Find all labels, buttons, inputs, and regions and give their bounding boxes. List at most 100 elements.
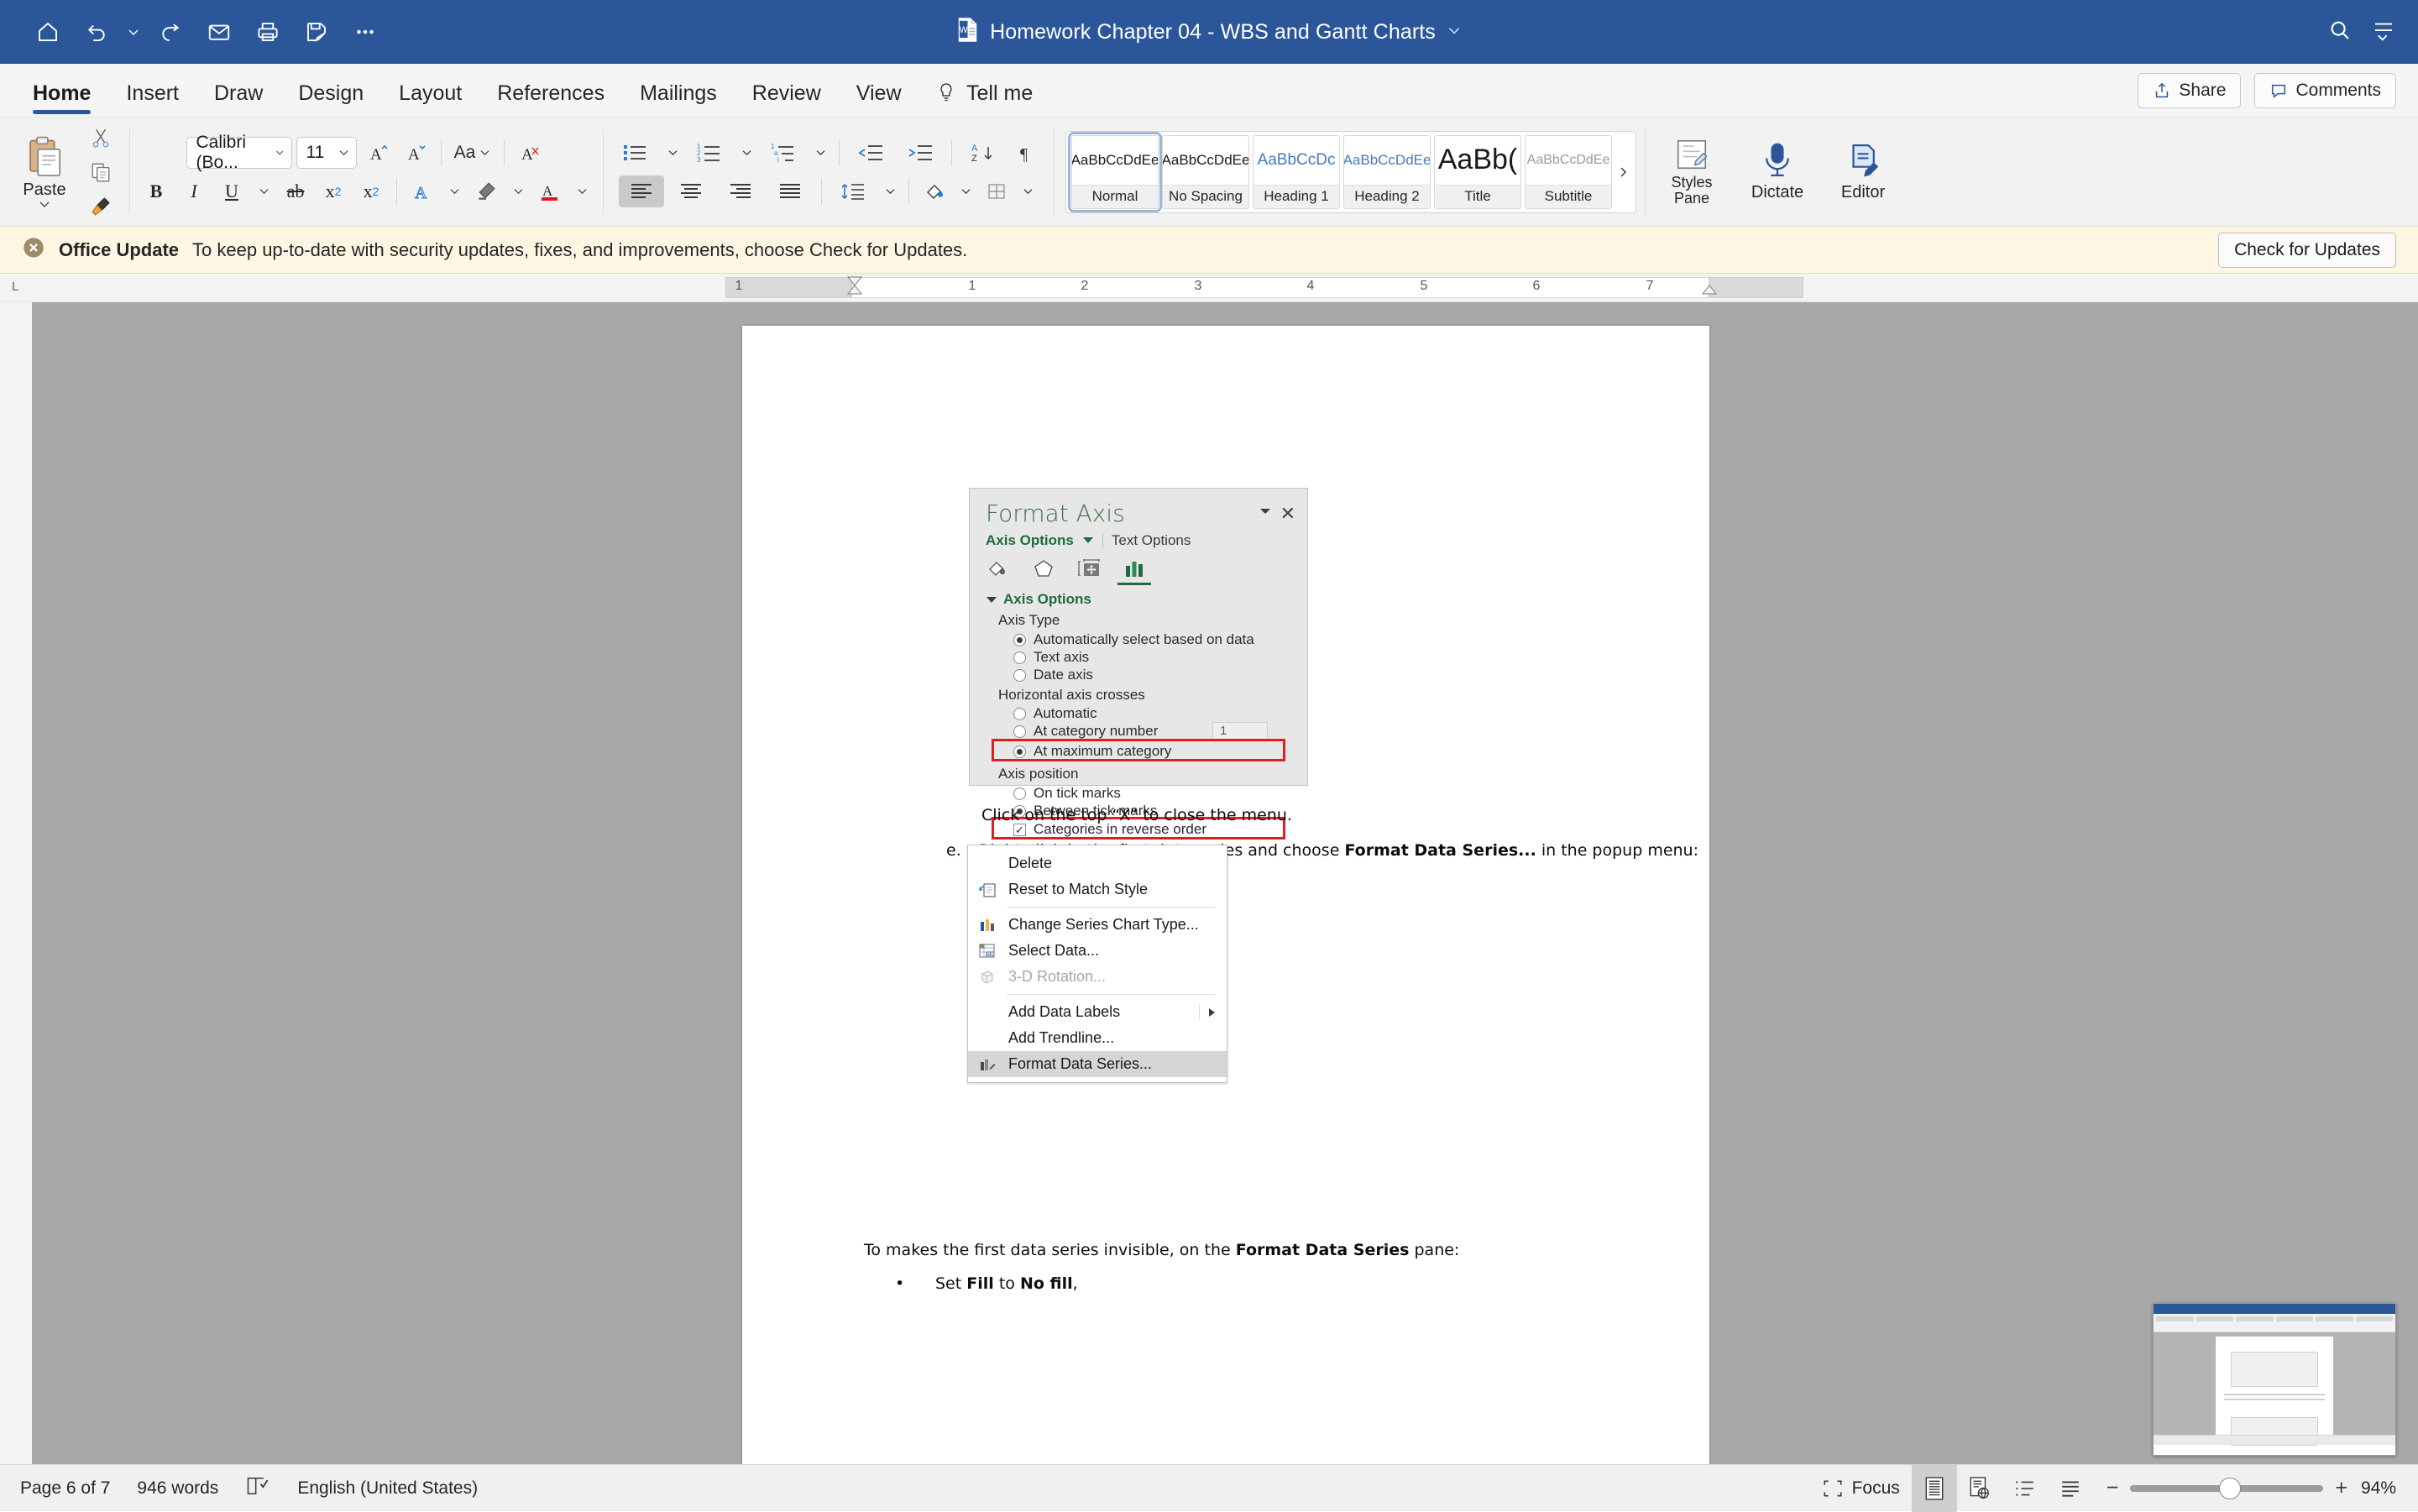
font-size-combo[interactable]: 11 bbox=[296, 137, 357, 169]
radio-date-axis[interactable]: Date axis bbox=[1013, 667, 1093, 683]
hanging-indent-marker[interactable] bbox=[846, 285, 863, 301]
tab-design[interactable]: Design bbox=[280, 81, 381, 117]
redo-icon[interactable] bbox=[148, 9, 193, 55]
tab-mailings[interactable]: Mailings bbox=[622, 81, 735, 117]
text-effects-button[interactable]: A bbox=[406, 175, 439, 207]
more-options-icon[interactable] bbox=[343, 9, 388, 55]
editor-button[interactable]: Editor bbox=[1823, 141, 1903, 202]
print-layout-view-button[interactable] bbox=[1912, 1465, 1957, 1512]
superscript-button[interactable]: x2 bbox=[354, 175, 388, 207]
text-effects-dropdown-icon[interactable] bbox=[443, 175, 465, 207]
borders-dropdown-icon[interactable] bbox=[1018, 175, 1038, 207]
style-subtitle[interactable]: AaBbCcDdEe Subtitle bbox=[1525, 135, 1612, 209]
font-color-button[interactable]: A bbox=[533, 175, 567, 207]
justify-button[interactable] bbox=[767, 175, 813, 207]
highlight-button[interactable] bbox=[469, 175, 503, 207]
comments-button[interactable]: Comments bbox=[2254, 73, 2396, 108]
tab-home[interactable]: Home bbox=[15, 81, 108, 117]
styles-pane-button[interactable]: Styles Pane bbox=[1651, 138, 1732, 207]
show-formatting-marks-button[interactable]: ¶ bbox=[1010, 137, 1044, 169]
radio-automatic[interactable]: Automatic bbox=[1013, 705, 1097, 722]
tab-insert[interactable]: Insert bbox=[108, 81, 196, 117]
search-icon[interactable] bbox=[2327, 18, 2353, 47]
font-color-dropdown-icon[interactable] bbox=[571, 175, 593, 207]
style-normal[interactable]: AaBbCcDdEe Normal bbox=[1071, 135, 1159, 209]
style-heading-2[interactable]: AaBbCcDdEe Heading 2 bbox=[1343, 135, 1431, 209]
title-dropdown-icon[interactable] bbox=[1447, 23, 1462, 42]
styles-gallery-more-icon[interactable] bbox=[1614, 135, 1632, 209]
tab-stop-selector[interactable]: L bbox=[12, 280, 18, 294]
outline-view-button[interactable] bbox=[2002, 1465, 2048, 1512]
tab-text-options[interactable]: Text Options bbox=[1112, 532, 1191, 549]
menu-item-reset-to-match-style[interactable]: Reset to Match Style bbox=[968, 876, 1227, 902]
category-number-input[interactable]: 1 bbox=[1212, 722, 1268, 740]
right-indent-marker[interactable] bbox=[1701, 285, 1718, 301]
decrease-indent-button[interactable] bbox=[848, 137, 893, 169]
zoom-slider[interactable]: − + bbox=[2093, 1476, 2361, 1500]
zoom-track[interactable] bbox=[2130, 1485, 2323, 1492]
radio-on-tick-marks[interactable]: On tick marks bbox=[1013, 785, 1121, 802]
tab-draw[interactable]: Draw bbox=[196, 81, 280, 117]
align-right-button[interactable] bbox=[718, 175, 763, 207]
mail-icon[interactable] bbox=[196, 9, 242, 55]
menu-item-add-data-labels[interactable]: Add Data Labels bbox=[968, 999, 1227, 1025]
menu-item-select-data[interactable]: Select Data... bbox=[968, 938, 1227, 964]
change-case-button[interactable]: Aa bbox=[450, 137, 495, 169]
save-icon[interactable] bbox=[294, 9, 339, 55]
multilevel-dropdown-icon[interactable] bbox=[810, 137, 830, 169]
tab-review[interactable]: Review bbox=[735, 81, 839, 117]
strikethrough-button[interactable]: ab bbox=[279, 175, 312, 207]
close-icon[interactable] bbox=[22, 236, 45, 264]
horizontal-ruler[interactable]: L 1 1 2 3 4 5 6 7 bbox=[0, 274, 2418, 302]
undo-icon[interactable] bbox=[74, 9, 119, 55]
font-name-combo[interactable]: Calibri (Bo... bbox=[186, 137, 292, 169]
paste-button[interactable]: Paste bbox=[8, 135, 81, 208]
tab-view[interactable]: View bbox=[839, 81, 919, 117]
zoom-in-button[interactable]: + bbox=[2335, 1476, 2347, 1500]
ribbon-display-options-icon[interactable] bbox=[2371, 18, 2396, 47]
word-count[interactable]: 946 words bbox=[137, 1478, 218, 1499]
line-spacing-dropdown-icon[interactable] bbox=[880, 175, 900, 207]
menu-item-add-trendline[interactable]: Add Trendline... bbox=[968, 1025, 1227, 1051]
focus-button[interactable]: Focus bbox=[1810, 1465, 1912, 1512]
bullets-button[interactable] bbox=[613, 137, 658, 169]
style-heading-1[interactable]: AaBbCcDc Heading 1 bbox=[1253, 135, 1340, 209]
home-icon[interactable] bbox=[25, 9, 71, 55]
dictate-button[interactable]: Dictate bbox=[1737, 141, 1818, 202]
shading-dropdown-icon[interactable] bbox=[955, 175, 976, 207]
align-left-button[interactable] bbox=[619, 175, 664, 207]
zoom-handle[interactable] bbox=[2219, 1478, 2241, 1499]
increase-indent-button[interactable] bbox=[898, 137, 943, 169]
highlight-dropdown-icon[interactable] bbox=[507, 175, 529, 207]
document-workspace[interactable]: Format Axis ✕ Axis Options Text Options bbox=[0, 302, 2418, 1464]
axis-options-dropdown-icon[interactable] bbox=[1082, 533, 1094, 548]
radio-automatically-select[interactable]: Automatically select based on data bbox=[1013, 631, 1254, 648]
size-properties-icon[interactable] bbox=[1076, 556, 1102, 579]
style-title[interactable]: AaBb( Title bbox=[1434, 135, 1521, 209]
tab-layout[interactable]: Layout bbox=[381, 81, 479, 117]
copy-button[interactable] bbox=[84, 158, 118, 186]
axis-options-section-header[interactable]: Axis Options bbox=[987, 591, 1091, 608]
radio-at-category-number[interactable]: At category number bbox=[1013, 723, 1158, 740]
collapse-icon[interactable] bbox=[1259, 505, 1272, 521]
numbering-button[interactable]: 123 bbox=[687, 137, 732, 169]
close-icon[interactable]: ✕ bbox=[1280, 503, 1295, 525]
language-indicator[interactable]: English (United States) bbox=[297, 1478, 478, 1499]
clear-formatting-button[interactable]: A bbox=[513, 137, 547, 169]
multilevel-list-button[interactable]: 1ai bbox=[761, 137, 806, 169]
underline-button[interactable]: U bbox=[215, 175, 249, 207]
radio-text-axis[interactable]: Text axis bbox=[1013, 649, 1089, 666]
share-button[interactable]: Share bbox=[2138, 73, 2241, 108]
italic-button[interactable]: I bbox=[177, 175, 211, 207]
menu-item-change-series-chart-type[interactable]: Change Series Chart Type... bbox=[968, 912, 1227, 938]
tab-axis-options[interactable]: Axis Options bbox=[986, 532, 1074, 549]
shrink-font-button[interactable]: A bbox=[399, 137, 432, 169]
draft-view-button[interactable] bbox=[2048, 1465, 2093, 1512]
subscript-button[interactable]: x2 bbox=[317, 175, 350, 207]
document-page[interactable]: Format Axis ✕ Axis Options Text Options bbox=[742, 326, 1709, 1464]
underline-dropdown-icon[interactable] bbox=[253, 175, 275, 207]
cut-button[interactable] bbox=[84, 123, 118, 152]
numbering-dropdown-icon[interactable] bbox=[736, 137, 756, 169]
line-spacing-button[interactable] bbox=[830, 175, 876, 207]
web-layout-view-button[interactable] bbox=[1957, 1465, 2002, 1512]
